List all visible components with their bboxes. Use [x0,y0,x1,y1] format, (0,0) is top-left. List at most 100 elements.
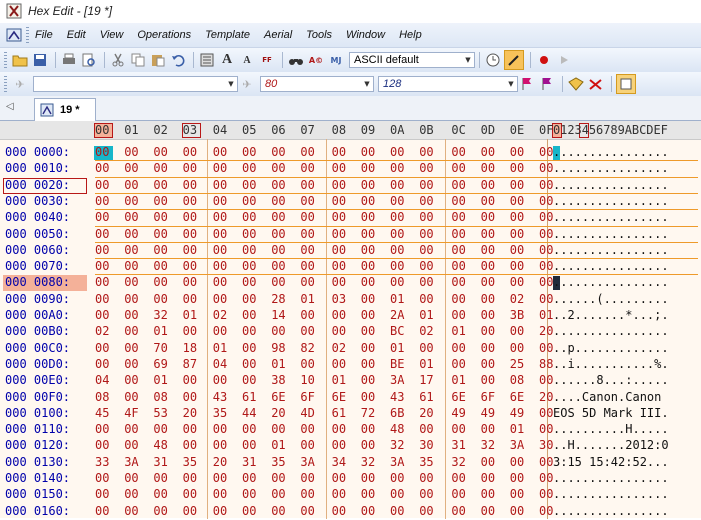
hex-byte[interactable]: 69 [153,357,167,371]
hex-byte[interactable]: 00 [481,161,495,175]
hex-byte[interactable]: 00 [451,487,465,501]
hex-byte[interactable]: 00 [300,259,314,273]
hex-byte[interactable]: 00 [124,178,138,192]
hex-byte[interactable]: 00 [361,194,375,208]
hex-byte[interactable]: 00 [481,357,495,371]
hex-byte[interactable]: 08 [510,373,524,387]
hex-byte[interactable]: 00 [539,178,553,192]
hex-byte[interactable]: 00 [300,487,314,501]
hex-byte[interactable]: 00 [332,487,346,501]
chevron-left-icon[interactable]: ◁ [6,101,14,112]
hex-byte[interactable]: 00 [361,243,375,257]
hex-byte[interactable]: 00 [300,275,314,289]
hex-byte[interactable]: 00 [361,341,375,355]
hex-byte[interactable]: 00 [213,259,227,273]
hex-byte[interactable]: 00 [539,471,553,485]
ascii-text[interactable]: ................ [553,243,669,257]
hex-byte[interactable]: 00 [481,145,495,159]
hex-byte[interactable]: 00 [242,357,256,371]
hex-byte[interactable]: 00 [361,471,375,485]
hex-byte[interactable]: 00 [539,504,553,518]
hex-byte[interactable]: 00 [213,324,227,338]
hex-byte[interactable]: 00 [539,455,553,469]
bookmark-jump-icon[interactable]: ✈ [238,75,256,93]
hex-view[interactable]: 00 01 02 03 04 05 06 07 08 09 0A 0B 0C 0D 0E 0F 01234567… [0,121,701,519]
hex-byte[interactable]: 00 [271,227,285,241]
hex-byte[interactable]: 00 [361,308,375,322]
open-folder-icon[interactable] [11,51,29,69]
hex-byte[interactable]: 00 [271,178,285,192]
hex-byte[interactable]: 01 [300,292,314,306]
hex-byte[interactable]: 00 [183,194,197,208]
hex-byte[interactable]: 35 [419,455,433,469]
ascii-text[interactable]: ................ [553,324,669,338]
charset-select[interactable]: ASCII default ▼ [349,52,475,68]
hex-byte[interactable]: 35 [213,406,227,420]
hex-byte[interactable]: 01 [451,324,465,338]
highlighter-icon[interactable] [504,50,524,70]
hex-byte[interactable]: 20 [213,455,227,469]
jump-icon[interactable]: MJ [327,51,345,69]
ascii-text[interactable]: ..........H..... [553,422,669,436]
hex-byte[interactable]: 00 [95,308,109,322]
hex-byte[interactable]: 45 [95,406,109,420]
hex-byte[interactable]: 01 [183,308,197,322]
hex-byte[interactable]: 00 [539,422,553,436]
hex-byte[interactable]: 20 [539,324,553,338]
ascii-text[interactable]: ....Canon.Canon [553,390,669,404]
hex-byte[interactable]: 00 [300,438,314,452]
hex-byte[interactable]: 00 [451,243,465,257]
hex-byte[interactable]: 00 [510,145,524,159]
tag-icon[interactable] [567,75,585,93]
hex-byte[interactable]: 00 [481,308,495,322]
hex-byte[interactable]: 00 [300,161,314,175]
ascii-text[interactable]: ..H.......2012:0 [553,438,669,452]
hex-byte[interactable]: 00 [539,292,553,306]
hex-byte[interactable]: 00 [510,227,524,241]
hex-byte[interactable]: 00 [510,161,524,175]
hex-byte[interactable]: 00 [213,161,227,175]
hex-byte[interactable]: 6F [300,390,314,404]
hex-byte[interactable]: 00 [481,292,495,306]
hex-byte[interactable]: 00 [95,178,109,192]
document-window-icon[interactable] [6,27,22,43]
hex-byte[interactable]: 00 [95,227,109,241]
hex-byte[interactable]: 00 [419,292,433,306]
hex-byte[interactable]: 00 [213,210,227,224]
hex-byte[interactable]: 00 [242,373,256,387]
hex-byte[interactable]: 00 [419,275,433,289]
menu-tools[interactable]: Tools [306,29,332,41]
hex-byte[interactable]: 00 [300,422,314,436]
hex-byte[interactable]: 00 [419,161,433,175]
hex-byte[interactable]: 00 [481,178,495,192]
hex-byte[interactable]: 34 [332,455,346,469]
hex-byte[interactable]: 00 [124,308,138,322]
hex-byte[interactable]: 00 [95,210,109,224]
hex-byte[interactable]: 00 [242,324,256,338]
hex-byte[interactable]: 00 [332,210,346,224]
hex-byte[interactable]: 00 [419,504,433,518]
hex-byte[interactable]: 00 [183,178,197,192]
hex-byte[interactable]: 00 [213,487,227,501]
hex-byte[interactable]: 00 [361,324,375,338]
hex-byte[interactable]: 00 [332,194,346,208]
ascii-text[interactable]: ................ [553,227,669,241]
hex-byte[interactable]: 00 [124,324,138,338]
hex-byte[interactable]: 43 [390,390,404,404]
hex-byte[interactable]: 00 [481,194,495,208]
hex-byte[interactable]: 00 [390,161,404,175]
copy-icon[interactable] [129,51,147,69]
hex-byte[interactable]: 00 [332,438,346,452]
hex-byte[interactable]: 00 [481,422,495,436]
hex-byte[interactable]: 00 [242,194,256,208]
hex-byte[interactable]: 00 [300,504,314,518]
hex-byte[interactable]: 48 [390,422,404,436]
hex-byte[interactable]: 00 [95,161,109,175]
hex-byte[interactable]: 53 [153,406,167,420]
hex-byte[interactable]: 00 [451,194,465,208]
ascii-text[interactable]: 3:15 15:42:52... [553,455,669,469]
cut-icon[interactable] [109,51,127,69]
length-select[interactable]: 128 ▼ [378,76,518,92]
hex-byte[interactable]: 00 [124,357,138,371]
hex-byte[interactable]: 00 [361,275,375,289]
